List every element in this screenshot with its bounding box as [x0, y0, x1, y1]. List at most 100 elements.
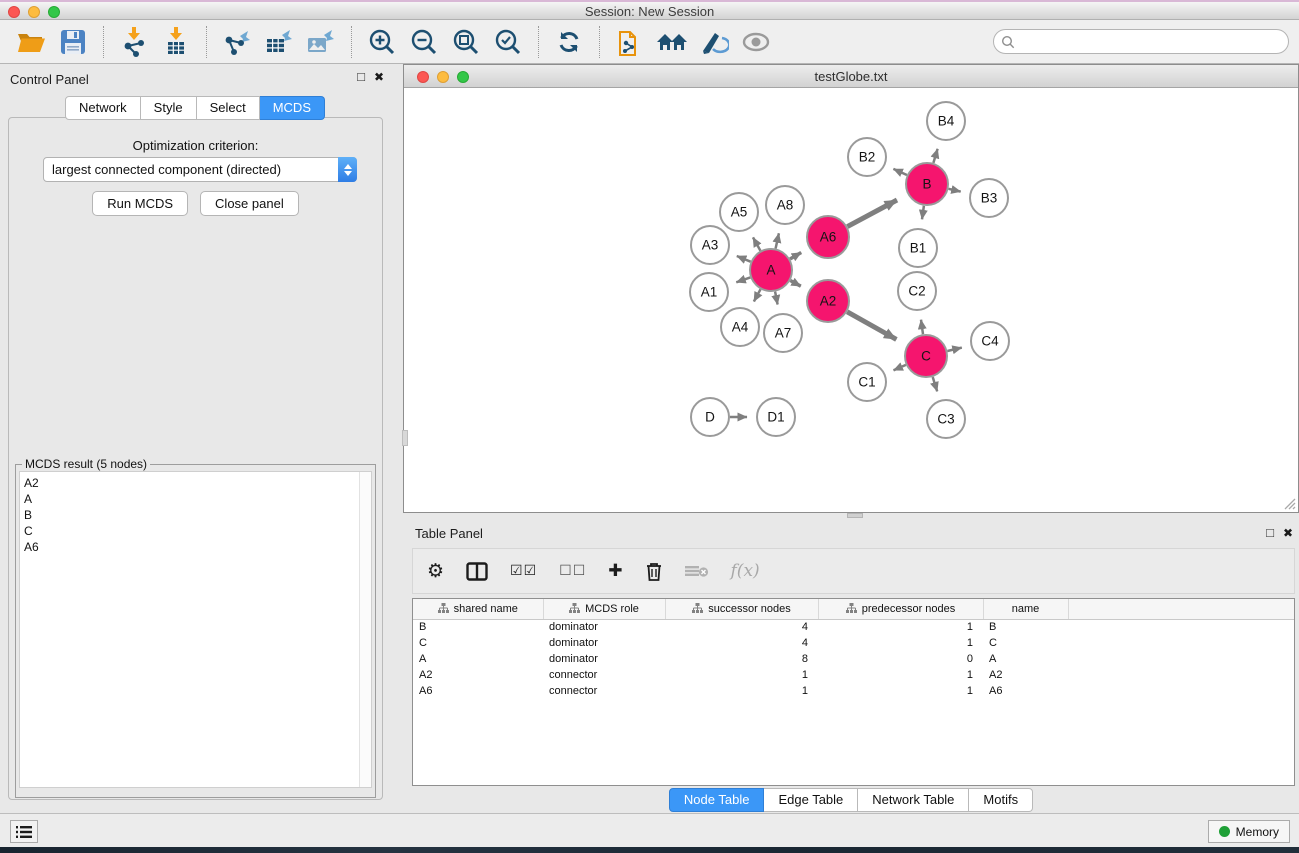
- open-session-button[interactable]: [14, 25, 48, 59]
- close-panel-button[interactable]: Close panel: [200, 191, 299, 216]
- mcds-result-item[interactable]: B: [24, 507, 371, 523]
- table-header-row: shared name MCDS rolesuccessor nodesprede…: [413, 599, 1294, 619]
- edge-C-C3[interactable]: [933, 377, 938, 391]
- column-header-name[interactable]: name: [983, 599, 1068, 619]
- search-input[interactable]: [1015, 32, 1288, 52]
- node-label-A: A: [766, 263, 775, 278]
- horizontal-splitter-handle[interactable]: [847, 513, 863, 518]
- edge-A6-B[interactable]: [847, 200, 897, 227]
- zoom-selected-button[interactable]: [491, 25, 525, 59]
- save-icon: [60, 29, 86, 55]
- deselect-all-icon[interactable]: ☐☐: [559, 563, 586, 579]
- node-label-A5: A5: [731, 205, 748, 220]
- export-image-button[interactable]: [304, 25, 338, 59]
- export-network-button[interactable]: [220, 25, 254, 59]
- tab-edge-table[interactable]: Edge Table: [764, 788, 858, 812]
- edge-A2-C[interactable]: [847, 312, 896, 340]
- open-folder-icon: [16, 29, 46, 55]
- delete-column-trash-icon[interactable]: [645, 561, 663, 582]
- add-column-icon[interactable]: ✚: [608, 561, 622, 581]
- task-history-button[interactable]: [10, 820, 38, 843]
- import-network-button[interactable]: [117, 25, 151, 59]
- table-row-B[interactable]: Bdominator41B: [413, 619, 1294, 635]
- table-row-A6[interactable]: A6connector11A6: [413, 683, 1294, 699]
- close-panel-icon[interactable]: ✖: [374, 71, 384, 83]
- edge-A-A4[interactable]: [754, 289, 761, 301]
- tab-mcds[interactable]: MCDS: [260, 96, 325, 120]
- criterion-dropdown[interactable]: largest connected component (directed): [43, 157, 357, 182]
- float-panel-icon[interactable]: □: [357, 71, 365, 83]
- mcds-result-item[interactable]: C: [24, 523, 371, 539]
- node-label-B2: B2: [859, 150, 876, 165]
- node-table: shared name MCDS rolesuccessor nodesprede…: [412, 598, 1295, 786]
- select-all-icon[interactable]: ☑☑: [510, 563, 537, 579]
- tab-network-table[interactable]: Network Table: [858, 788, 969, 812]
- tab-node-table[interactable]: Node Table: [669, 788, 765, 812]
- mcds-result-item[interactable]: A2: [24, 475, 371, 491]
- edge-A-A8[interactable]: [776, 233, 779, 248]
- edge-A-A3[interactable]: [737, 256, 751, 262]
- import-table-button[interactable]: [159, 25, 193, 59]
- show-columns-icon[interactable]: [466, 562, 488, 581]
- export-table-button[interactable]: [262, 25, 296, 59]
- table-row-A2[interactable]: A2connector11A2: [413, 667, 1294, 683]
- tab-style[interactable]: Style: [141, 96, 197, 120]
- memory-button[interactable]: Memory: [1208, 820, 1290, 843]
- edge-B-B4[interactable]: [933, 149, 937, 163]
- first-neighbors-button[interactable]: [655, 25, 689, 59]
- edge-A-A6[interactable]: [790, 253, 801, 260]
- cell-successor-nodes: 4: [665, 619, 818, 635]
- table-row-C[interactable]: Cdominator41C: [413, 635, 1294, 651]
- tab-motifs[interactable]: Motifs: [969, 788, 1033, 812]
- edge-A-A2[interactable]: [790, 281, 801, 287]
- edge-A-A7[interactable]: [775, 292, 778, 305]
- edge-B-B3[interactable]: [949, 189, 961, 192]
- toolbar-separator: [206, 26, 207, 58]
- mcds-result-item[interactable]: A6: [24, 539, 371, 555]
- edge-B-B2[interactable]: [893, 169, 907, 175]
- column-header-label: shared name: [454, 603, 518, 615]
- network-window-titlebar[interactable]: testGlobe.txt: [404, 65, 1298, 88]
- toolbar-separator: [103, 26, 104, 58]
- result-scrollbar[interactable]: [359, 472, 371, 787]
- zoom-out-button[interactable]: [407, 25, 441, 59]
- cell-name: A: [983, 651, 1068, 667]
- table-settings-gear-icon[interactable]: ⚙: [427, 560, 444, 582]
- cell-MCDS-role: dominator: [543, 635, 665, 651]
- search-field: [993, 29, 1289, 54]
- zoom-in-button[interactable]: [365, 25, 399, 59]
- close-table-panel-icon[interactable]: ✖: [1283, 527, 1293, 539]
- column-header-predecessor-nodes[interactable]: predecessor nodes: [818, 599, 983, 619]
- export-image-icon: [306, 28, 336, 56]
- zoom-fit-button[interactable]: [449, 25, 483, 59]
- tab-select[interactable]: Select: [197, 96, 260, 120]
- edge-C-C4[interactable]: [947, 348, 961, 351]
- resize-grip-icon[interactable]: [1282, 496, 1296, 510]
- column-header-successor-nodes[interactable]: successor nodes: [665, 599, 818, 619]
- splitter-handle[interactable]: [402, 430, 408, 446]
- refresh-button[interactable]: [552, 25, 586, 59]
- column-header-shared-name[interactable]: shared name: [413, 599, 543, 619]
- node-label-C: C: [921, 349, 931, 364]
- network-canvas[interactable]: AA1A2A3A4A5A6A7A8BB1B2B3B4CC1C2C3C4DD1: [404, 88, 1298, 512]
- clone-network-button[interactable]: [613, 25, 647, 59]
- show-hide-button[interactable]: [739, 25, 773, 59]
- zoom-out-icon: [410, 28, 438, 56]
- float-table-panel-icon[interactable]: □: [1266, 527, 1274, 539]
- edge-B-B1[interactable]: [922, 206, 924, 220]
- run-mcds-button[interactable]: Run MCDS: [92, 191, 188, 216]
- save-session-button[interactable]: [56, 25, 90, 59]
- cell-shared-name: A: [413, 651, 543, 667]
- node-label-A7: A7: [775, 326, 792, 341]
- edge-C-C1[interactable]: [894, 365, 906, 370]
- mcds-result-item[interactable]: A: [24, 491, 371, 507]
- tab-network[interactable]: Network: [65, 96, 141, 120]
- edge-A-A5[interactable]: [753, 237, 760, 250]
- column-header-MCDS-role[interactable]: MCDS role: [543, 599, 665, 619]
- edge-C-C2[interactable]: [921, 320, 923, 335]
- annotation-mode-button[interactable]: [697, 25, 731, 59]
- dropdown-stepper-icon: [338, 157, 357, 182]
- table-row-A[interactable]: Adominator80A: [413, 651, 1294, 667]
- edge-A-A1[interactable]: [736, 277, 750, 282]
- node-label-A8: A8: [777, 198, 794, 213]
